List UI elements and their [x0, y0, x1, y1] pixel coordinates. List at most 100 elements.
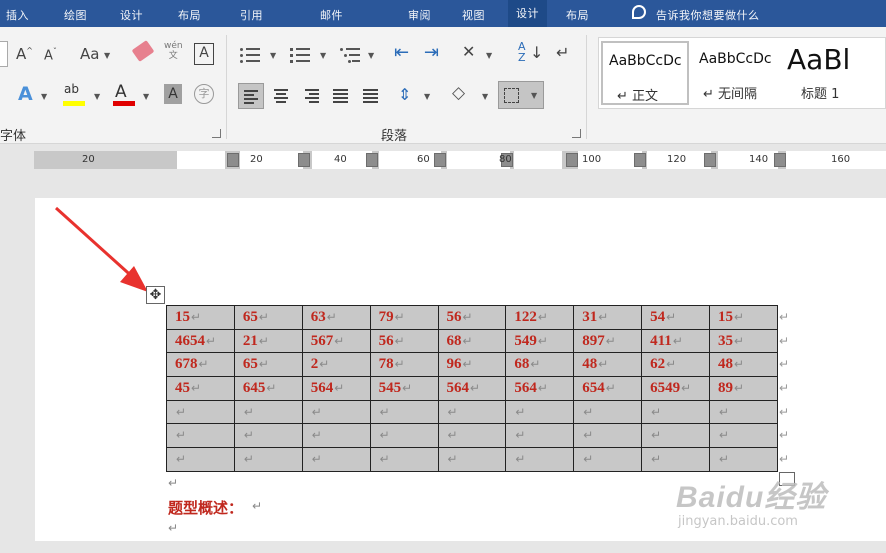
align-left-button[interactable] — [238, 83, 264, 109]
table-cell[interactable]: 48↵ — [573, 352, 643, 378]
align-center-button[interactable] — [268, 83, 294, 109]
table-cell[interactable]: 48↵ — [709, 352, 778, 378]
tab-design[interactable]: 设计 — [120, 7, 143, 23]
font-color-icon[interactable]: A — [115, 82, 127, 102]
table-cell[interactable]: ↵ — [641, 399, 710, 425]
line-spacing-icon[interactable]: ⇕ — [398, 85, 411, 104]
column-marker[interactable] — [298, 153, 310, 167]
character-shading-icon[interactable]: A — [164, 84, 182, 104]
table-cell[interactable]: ↵ — [301, 447, 371, 472]
table-cell[interactable]: 45↵ — [166, 376, 235, 401]
tab-draw[interactable]: 绘图 — [64, 7, 87, 23]
font-size-box[interactable] — [0, 41, 8, 67]
column-marker[interactable] — [704, 153, 716, 167]
tab-references[interactable]: 引用 — [240, 7, 263, 23]
table-cell[interactable]: ↵ — [233, 423, 303, 449]
table-cell[interactable]: 79↵ — [369, 305, 439, 330]
table-cell[interactable]: 62↵ — [641, 352, 710, 378]
change-case-icon[interactable]: Aa — [80, 45, 99, 63]
character-border-icon[interactable]: A — [194, 43, 214, 65]
bullets-icon[interactable] — [240, 47, 260, 63]
tab-review[interactable]: 审阅 — [408, 7, 431, 23]
table-cell[interactable]: 68↵ — [505, 352, 575, 378]
table-cell[interactable]: 68↵ — [437, 328, 507, 354]
table-cell[interactable]: ↵ — [573, 447, 643, 472]
numbering-icon[interactable] — [290, 47, 310, 63]
justify-button[interactable] — [328, 83, 354, 109]
chevron-down-icon[interactable]: ▼ — [41, 92, 47, 101]
table-cell[interactable]: 56↵ — [369, 328, 439, 354]
column-marker[interactable] — [366, 153, 378, 167]
tab-view[interactable]: 视图 — [462, 7, 485, 23]
table-cell[interactable]: ↵ — [166, 399, 235, 425]
table-cell[interactable]: ↵ — [233, 447, 303, 472]
table-cell[interactable]: 678↵ — [166, 352, 235, 378]
table-cell[interactable]: 15↵ — [709, 305, 778, 330]
style-no-spacing[interactable]: AaBbCcDc ↵ 无间隔 — [693, 41, 779, 105]
table-cell[interactable]: 122↵ — [505, 305, 575, 330]
table-cell[interactable]: ↵ — [301, 399, 371, 425]
increase-indent-icon[interactable]: ⇥ — [424, 42, 439, 63]
table-cell[interactable]: ↵ — [709, 399, 778, 425]
table-cell[interactable]: 654↵ — [573, 376, 643, 401]
highlight-icon[interactable]: ab — [64, 82, 79, 96]
table-cell[interactable]: ↵ — [641, 447, 710, 472]
text-effects-icon[interactable]: A — [18, 83, 33, 105]
table-cell[interactable]: 31↵ — [573, 305, 643, 330]
tab-insert[interactable]: 插入 — [6, 7, 29, 23]
table-cell[interactable]: ↵ — [505, 399, 575, 425]
table-cell[interactable]: 89↵ — [709, 376, 778, 401]
table-cell[interactable]: 549↵ — [505, 328, 575, 354]
phonetic-guide-icon[interactable]: wén 文 — [164, 41, 183, 61]
tab-layout[interactable]: 布局 — [178, 7, 201, 23]
table-cell[interactable]: 35↵ — [709, 328, 778, 354]
distributed-button[interactable] — [358, 83, 384, 109]
table-cell[interactable]: ↵ — [166, 423, 235, 449]
table-cell[interactable]: ↵ — [709, 447, 778, 472]
tab-table-layout[interactable]: 布局 — [566, 7, 589, 23]
table-cell[interactable]: ↵ — [437, 399, 507, 425]
tell-me-search[interactable]: 告诉我你想要做什么 — [656, 7, 760, 23]
column-marker[interactable] — [634, 153, 646, 167]
chevron-down-icon[interactable]: ▼ — [104, 51, 110, 60]
data-table[interactable]: 15↵ 65↵ 63↵ 79↵ 56↵ 122↵ 31↵ 54↵ 15↵ 4654↵ 21↵ 567↵… — [166, 305, 778, 472]
enclose-characters-icon[interactable]: 字 — [194, 84, 214, 104]
grow-font-icon[interactable]: A^ — [16, 45, 33, 63]
chevron-down-icon[interactable]: ▼ — [94, 92, 100, 101]
question-type-heading[interactable]: 题型概述： — [168, 497, 243, 518]
table-cell[interactable]: 645↵ — [233, 376, 303, 401]
font-dialog-launcher-icon[interactable] — [212, 129, 221, 138]
table-cell[interactable]: 21↵ — [233, 328, 303, 354]
table-cell[interactable]: 78↵ — [369, 352, 439, 378]
paragraph-dialog-launcher-icon[interactable] — [572, 129, 581, 138]
table-cell[interactable]: 65↵ — [233, 305, 303, 330]
table-cell[interactable]: 4654↵ — [166, 328, 235, 354]
table-cell[interactable]: 6549↵ — [641, 376, 710, 401]
table-cell[interactable]: ↵ — [573, 399, 643, 425]
chevron-down-icon[interactable]: ▼ — [143, 92, 149, 101]
align-right-button[interactable] — [298, 83, 324, 109]
table-cell[interactable]: ↵ — [573, 423, 643, 449]
table-cell[interactable]: 96↵ — [437, 352, 507, 378]
table-cell[interactable]: 897↵ — [573, 328, 643, 354]
column-marker[interactable] — [774, 153, 786, 167]
asian-layout-icon[interactable]: ✕ — [462, 42, 475, 61]
table-cell[interactable]: 65↵ — [233, 352, 303, 378]
chevron-down-icon[interactable]: ▼ — [486, 51, 492, 60]
column-marker[interactable] — [227, 153, 239, 167]
borders-button[interactable]: ▼ — [498, 81, 544, 109]
table-cell[interactable]: 2↵ — [301, 352, 371, 378]
table-cell[interactable]: 15↵ — [166, 305, 235, 330]
table-cell[interactable]: 564↵ — [301, 376, 371, 401]
chevron-down-icon[interactable]: ▼ — [368, 51, 374, 60]
table-cell[interactable]: 54↵ — [641, 305, 710, 330]
chevron-down-icon[interactable]: ▼ — [320, 51, 326, 60]
table-cell[interactable]: 564↵ — [437, 376, 507, 401]
chevron-down-icon[interactable]: ▼ — [482, 92, 488, 101]
multilevel-list-icon[interactable] — [340, 47, 360, 63]
table-cell[interactable]: ↵ — [369, 423, 439, 449]
table-cell[interactable]: 411↵ — [641, 328, 710, 354]
table-cell[interactable]: 567↵ — [301, 328, 371, 354]
table-cell[interactable]: 564↵ — [505, 376, 575, 401]
table-cell[interactable]: ↵ — [369, 399, 439, 425]
